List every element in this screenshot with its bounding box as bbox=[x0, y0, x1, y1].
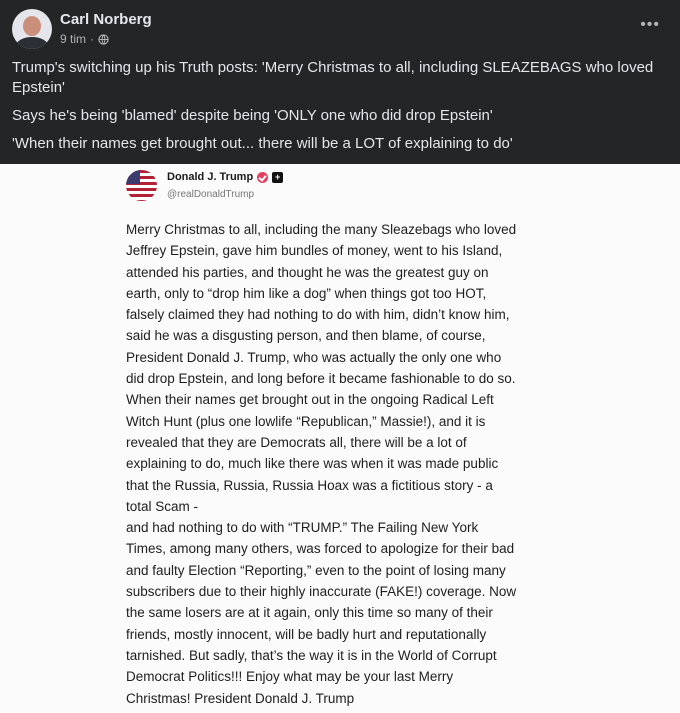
truth-line: tarnished. But sadly, that’s the way it … bbox=[126, 647, 497, 663]
verified-badge-icon bbox=[257, 171, 269, 183]
globe-icon bbox=[98, 33, 109, 45]
facebook-post: Carl Norberg 9 tim · ••• Trump's switchi… bbox=[0, 0, 680, 713]
truth-avatar bbox=[126, 170, 157, 201]
post-text: Trump's switching up his Truth posts: 'M… bbox=[12, 58, 672, 162]
truth-author-name: Donald J. Trump bbox=[167, 171, 254, 183]
truth-line: Merry Christmas to all, including the ma… bbox=[126, 222, 517, 237]
post-paragraph: 'When their names get brought out... the… bbox=[12, 135, 513, 152]
truth-line: falsely claimed they had nothing to do w… bbox=[126, 307, 510, 323]
author-name[interactable]: Carl Norberg bbox=[60, 11, 152, 28]
truth-line: President Donald J. Trump, who was actua… bbox=[126, 349, 502, 365]
post-header: Carl Norberg 9 tim · ••• bbox=[0, 0, 680, 56]
truth-line: Times, among many others, was forced to … bbox=[126, 541, 515, 557]
more-options-icon[interactable]: ••• bbox=[640, 16, 660, 34]
truth-line: revealed that they are Democrats all, th… bbox=[126, 434, 467, 450]
truth-line: said he was a disgusting person, and the… bbox=[126, 328, 486, 344]
avatar-shirt bbox=[16, 37, 48, 49]
truth-line: did drop Epstein, and long before it bec… bbox=[126, 371, 516, 387]
truth-handle: @realDonaldTrump bbox=[167, 189, 255, 200]
truth-author: Donald J. Trump + bbox=[167, 171, 284, 183]
truth-line: Democrat Politics!!! Enjoy what may be y… bbox=[126, 669, 454, 685]
truth-line: earth, only to “drop him like a dog” whe… bbox=[126, 285, 487, 301]
flag-canton bbox=[126, 170, 140, 184]
truth-line: that the Russia, Russia, Russia Hoax was… bbox=[126, 477, 493, 493]
truth-line: subscribers due to their highly inaccura… bbox=[126, 584, 517, 600]
post-time[interactable]: 9 tim bbox=[60, 32, 86, 46]
avatar-head bbox=[23, 16, 41, 36]
truth-line: attended his parties, and thought he was… bbox=[126, 264, 489, 280]
post-meta: 9 tim · bbox=[60, 32, 109, 46]
post-paragraph: Says he's being 'blamed' despite being '… bbox=[12, 107, 493, 124]
plus-icon: + bbox=[272, 171, 284, 183]
truth-line: explaining to do, much like there was wh… bbox=[126, 456, 499, 472]
truth-line: Witch Hunt (plus one lowlife “Republican… bbox=[126, 413, 486, 429]
truth-line: Jeffrey Epstein, gave him bundles of mon… bbox=[126, 243, 503, 259]
truth-line: friends, mostly innocent, will be badly … bbox=[126, 626, 487, 642]
avatar[interactable] bbox=[12, 9, 52, 49]
meta-separator: · bbox=[90, 32, 95, 46]
truth-line: When their names get brought out in the … bbox=[126, 392, 494, 408]
truth-body: Merry Christmas to all, including the ma… bbox=[126, 219, 566, 709]
truth-line: Christmas! President Donald J. Trump bbox=[126, 690, 355, 706]
truth-line: total Scam - bbox=[126, 498, 199, 514]
truth-line: and had nothing to do with “TRUMP.” The … bbox=[126, 520, 479, 536]
post-paragraph: Trump's switching up his Truth posts: 'M… bbox=[12, 59, 654, 96]
truth-line: the same losers are at it again, only th… bbox=[126, 605, 493, 621]
truth-line: and faulty Election “Reporting,” even to… bbox=[126, 562, 506, 578]
